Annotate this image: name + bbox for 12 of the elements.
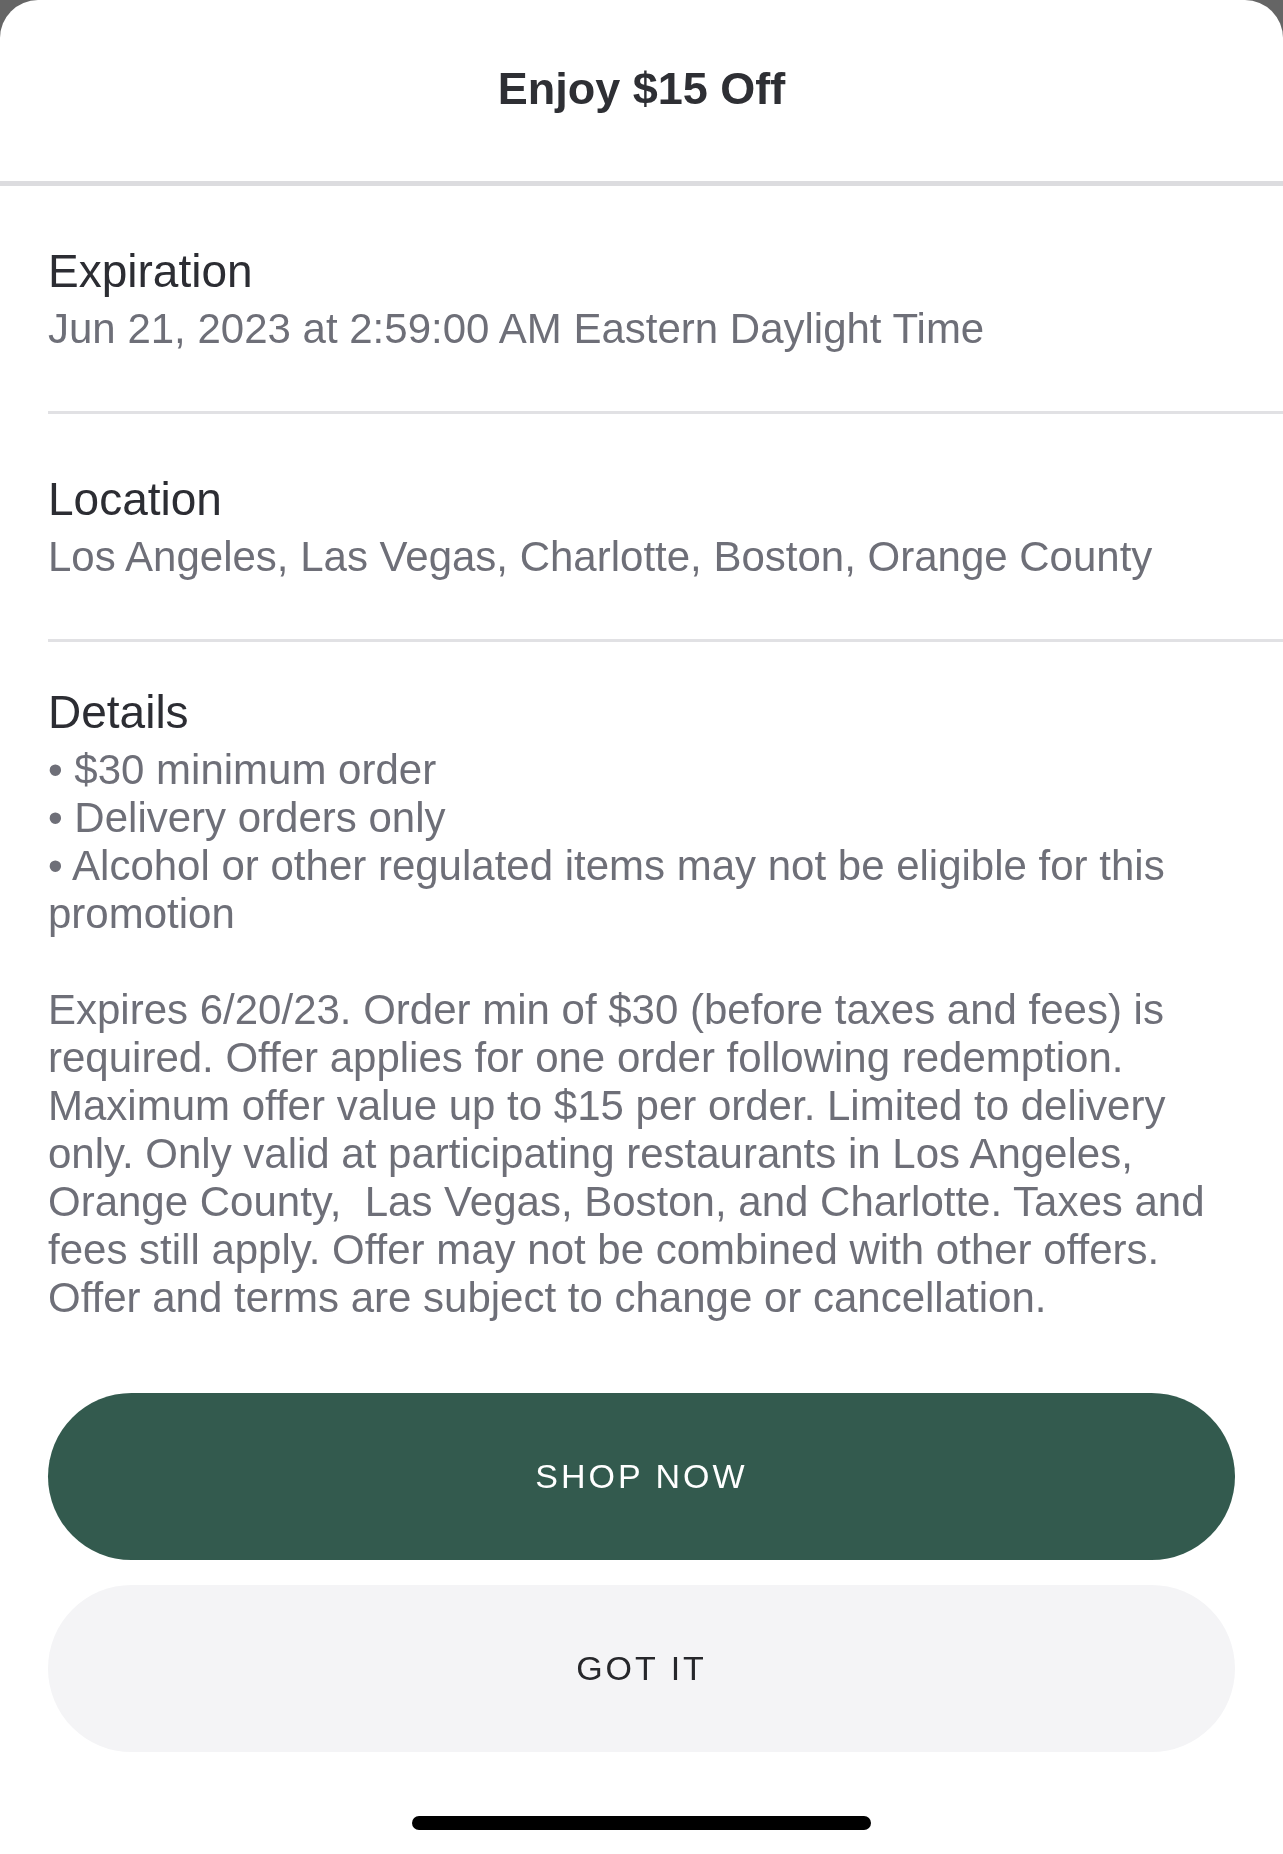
detail-item: • Delivery orders only [48, 794, 447, 842]
section-label: Expiration [48, 244, 254, 299]
section-label: Location [48, 472, 223, 527]
section-value: Los Angeles, Las Vegas, Charlotte, Boston, Orange County [48, 532, 1154, 582]
detail-item: • $30 minimum order [48, 746, 438, 794]
section-value: Jun 21, 2023 at 2:59:00 AM Eastern Daylight Time [48, 304, 986, 354]
sheet-title: Enjoy $15 Off [497, 61, 786, 116]
terms-text: Expires 6/20/23. Order min of $30 (before taxes and fees) is required. Offer applies for one order following redemption. Maximum offer value up to $15 per order. Limited to delivery only. Only valid at participating restaurants in Los Angeles, Orange County, Las Vegas, Boston, and Charlotte. Taxes and fees still apply. Offer may not be combined with other offers. Offer and terms are subject to change or cancellation. [48, 986, 1206, 1322]
got-it-button[interactable]: GOT IT [48, 1585, 1235, 1752]
shop-now-button[interactable]: SHOP NOW [48, 1393, 1235, 1560]
detail-item: • Alcohol or other regulated items may not be eligible for this promotion [48, 842, 1166, 938]
section-label: Details [48, 685, 190, 740]
